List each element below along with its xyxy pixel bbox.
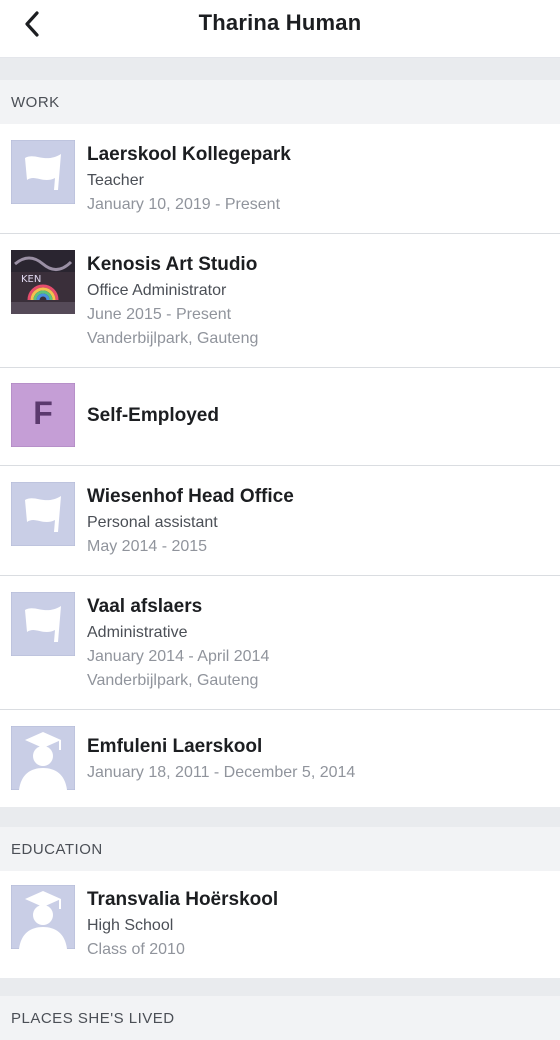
- education-heading: EDUCATION: [11, 841, 103, 858]
- work-item-kenosis-art-studio[interactable]: KEN Kenosis Art Studio Office Administra…: [0, 234, 560, 368]
- job-dates: June 2015 - Present: [87, 306, 232, 323]
- workplace-name[interactable]: Kenosis Art Studio: [87, 254, 257, 276]
- job-dates: January 10, 2019 - Present: [87, 196, 281, 213]
- education-section-header: EDUCATION: [0, 827, 560, 871]
- work-item-emfuleni[interactable]: Emfuleni Laerskool January 18, 2011 - De…: [0, 710, 560, 807]
- art-studio-logo: KEN: [11, 250, 75, 314]
- workplace-name[interactable]: Self-Employed: [87, 405, 219, 427]
- page-title: Tharina Human: [198, 10, 362, 35]
- places-section-header: PLACES SHE'S LIVED: [0, 996, 560, 1040]
- top-bar: Tharina Human: [0, 0, 560, 58]
- education-item-transvalia[interactable]: Transvalia Hoërskool High School Class o…: [0, 871, 560, 978]
- job-location: Vanderbijlpark, Gauteng: [87, 330, 259, 347]
- work-item-laerskool-kollegepark[interactable]: Laerskool Kollegepark Teacher January 10…: [0, 124, 560, 234]
- flag-placeholder-icon: [11, 592, 75, 656]
- section-divider: [0, 807, 560, 827]
- job-title: Personal assistant: [87, 514, 218, 531]
- avatar-letter: F: [33, 395, 53, 431]
- workplace-name[interactable]: Wiesenhof Head Office: [87, 486, 294, 508]
- places-heading: PLACES SHE'S LIVED: [11, 1010, 175, 1027]
- graduate-placeholder-icon: [11, 726, 75, 790]
- work-heading: WORK: [11, 94, 60, 111]
- workplace-name[interactable]: Emfuleni Laerskool: [87, 736, 262, 758]
- job-title: Teacher: [87, 172, 144, 189]
- job-dates: January 2014 - April 2014: [87, 648, 270, 665]
- job-dates: May 2014 - 2015: [87, 538, 208, 555]
- letter-avatar: F: [11, 383, 75, 447]
- flag-placeholder-icon: [11, 140, 75, 204]
- work-section-header: WORK: [0, 80, 560, 124]
- job-location: Vanderbijlpark, Gauteng: [87, 672, 259, 689]
- work-item-vaal-afslaers[interactable]: Vaal afslaers Administrative January 201…: [0, 576, 560, 710]
- section-divider: [0, 58, 560, 80]
- work-item-self-employed[interactable]: F Self-Employed: [0, 368, 560, 466]
- svg-text:KEN: KEN: [21, 274, 41, 285]
- school-class: Class of 2010: [87, 941, 185, 958]
- job-title: Administrative: [87, 624, 188, 641]
- school-level: High School: [87, 917, 174, 934]
- section-divider: [0, 978, 560, 996]
- school-name[interactable]: Transvalia Hoërskool: [87, 889, 278, 911]
- flag-placeholder-icon: [11, 482, 75, 546]
- job-dates: January 18, 2011 - December 5, 2014: [87, 764, 356, 781]
- work-item-wiesenhof[interactable]: Wiesenhof Head Office Personal assistant…: [0, 466, 560, 576]
- workplace-name[interactable]: Laerskool Kollegepark: [87, 144, 291, 166]
- workplace-name[interactable]: Vaal afslaers: [87, 596, 202, 618]
- job-title: Office Administrator: [87, 282, 227, 299]
- graduate-placeholder-icon: [11, 885, 75, 949]
